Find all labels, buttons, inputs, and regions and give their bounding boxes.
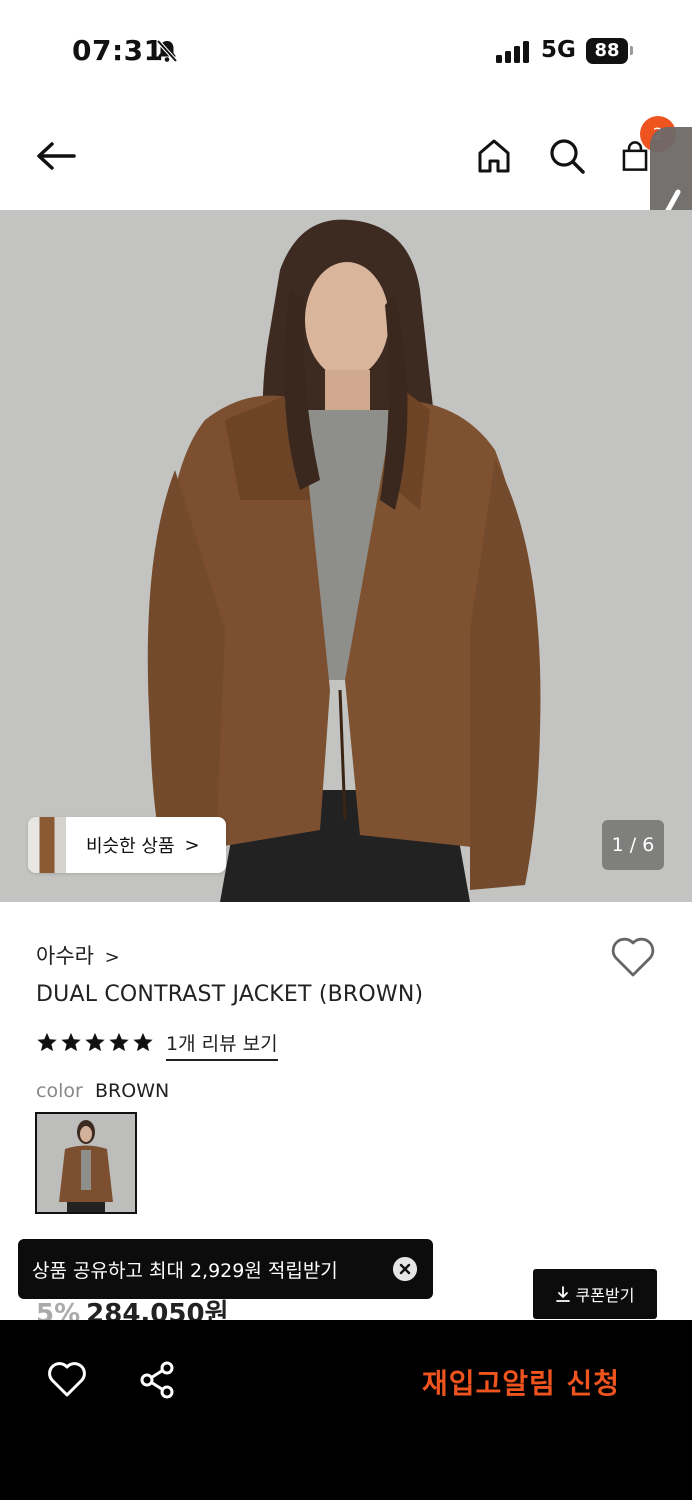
share-icon[interactable] [138,1360,178,1400]
home-icon [478,139,510,173]
status-time: 07:31 [72,34,164,67]
heart-icon[interactable] [47,1360,87,1400]
star-icon [37,1032,57,1052]
product-image[interactable] [0,210,692,902]
bottom-action-bar [0,1320,692,1500]
chevron-right-icon: > [184,834,200,856]
discount-rate: 5% [36,1299,81,1321]
download-icon [555,1286,570,1302]
signal-icon [496,41,529,63]
battery-tip [630,46,633,55]
restock-alert-button[interactable]: 재입고알림 신청 [422,1362,620,1402]
review-link[interactable]: 1개 리뷰 보기 [166,1029,278,1061]
image-pager: 1 / 6 [602,820,664,870]
back-button[interactable] [32,132,80,180]
color-label: color [36,1080,83,1102]
star-icon [61,1032,81,1052]
share-reward-toast: 상품 공유하고 최대 2,929원 적립받기 [18,1239,433,1299]
network-label: 5G [541,37,576,63]
wishlist-heart-icon[interactable] [610,935,656,979]
similar-products-label: 비슷한 상품 [86,836,175,857]
search-icon [550,139,585,174]
product-photo [0,210,692,902]
swatch-thumbnail [37,1114,135,1212]
sale-price: 284,050원 [86,1299,229,1321]
coupon-button[interactable]: 쿠폰받기 [533,1269,657,1319]
back-arrow-icon [37,142,76,170]
star-icon [133,1032,153,1052]
battery-indicator: 88 [586,38,628,64]
status-bar: 07:31 5G 88 [0,0,692,100]
similar-thumbnail [28,817,66,873]
toast-message: 상품 공유하고 최대 2,929원 적립받기 [32,1259,338,1282]
brand-chevron-icon: > [104,947,120,968]
rating-stars [36,1030,154,1056]
close-icon[interactable] [393,1257,417,1281]
coupon-label: 쿠폰받기 [575,1286,635,1305]
brand-link[interactable]: 아수라 > [36,940,120,970]
star-icon [109,1032,129,1052]
home-button[interactable] [470,132,518,180]
bell-slash-icon [156,39,178,63]
similar-products-button[interactable]: 비슷한 상품 > [28,817,226,873]
star-icon [85,1032,105,1052]
color-swatch-brown[interactable] [35,1112,137,1214]
search-button[interactable] [543,132,591,180]
brand-name: 아수라 [36,944,94,968]
color-value: BROWN [95,1080,170,1102]
top-nav [0,110,692,206]
product-title: DUAL CONTRAST JACKET (BROWN) [36,982,424,1007]
